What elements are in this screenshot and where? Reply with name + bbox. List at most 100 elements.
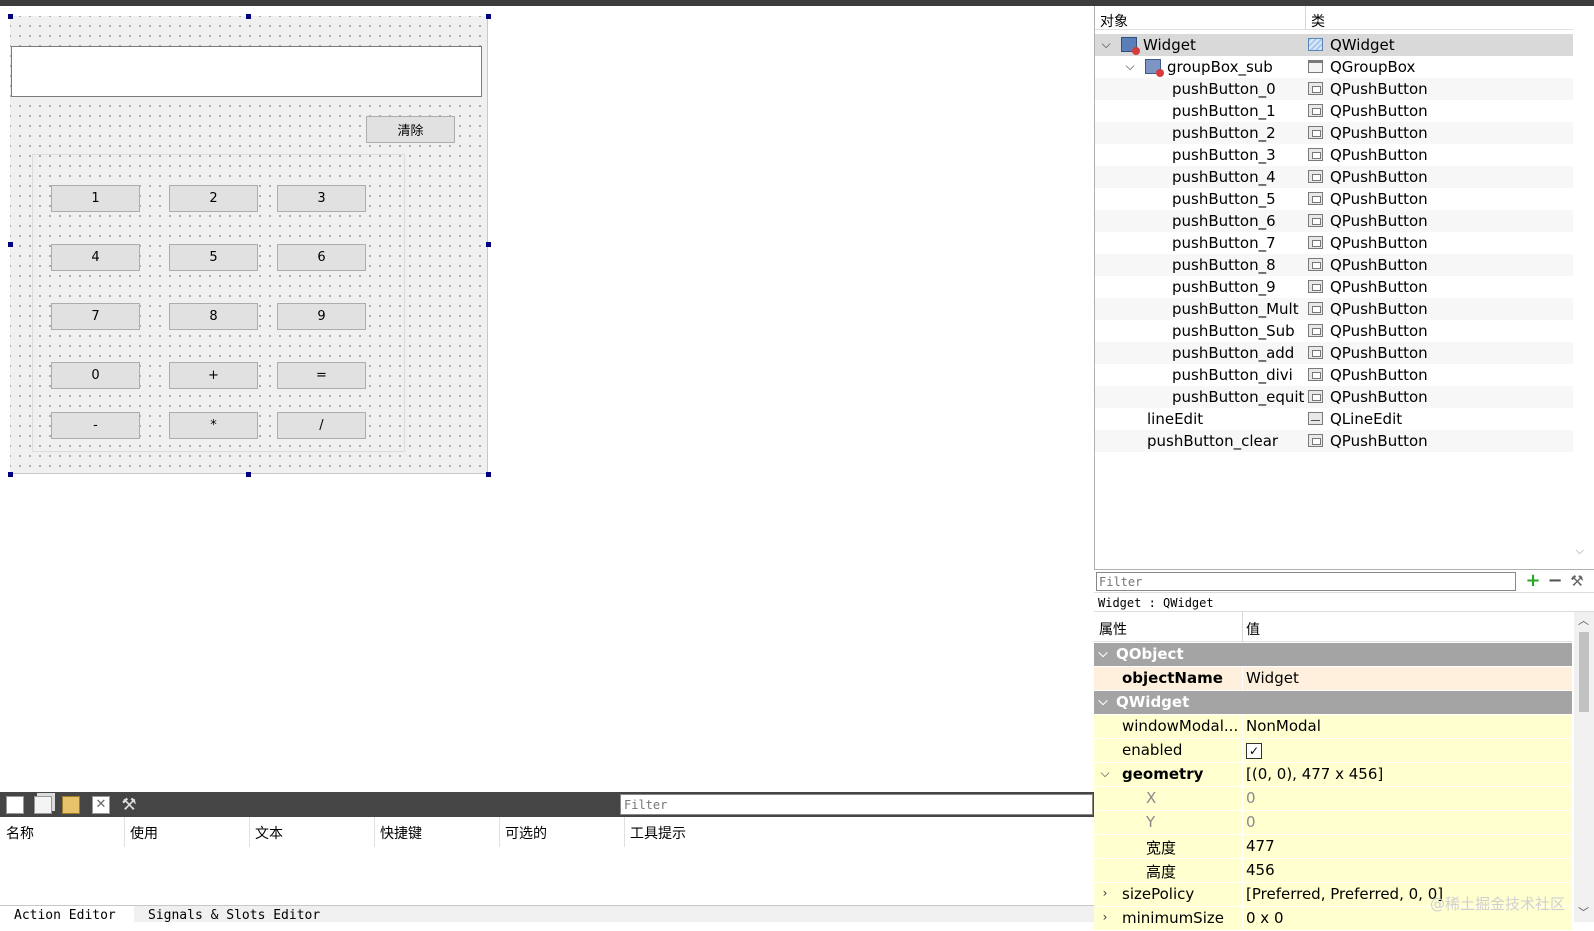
key-2-button[interactable]: 2	[169, 185, 258, 212]
property-key: objectName	[1122, 669, 1223, 687]
scrollbar-thumb[interactable]	[1579, 632, 1589, 712]
key-add-button[interactable]: +	[169, 362, 258, 389]
tree-row-pushbutton-clear[interactable]: pushButton_clear QPushButton	[1095, 430, 1573, 452]
push-button-class-icon	[1308, 302, 1323, 315]
object-filter-bar: + − ⚒	[1094, 569, 1594, 592]
property-group-qwidget[interactable]: ⌵ QWidget	[1094, 691, 1572, 715]
wrench-icon[interactable]: ⚒	[1568, 572, 1586, 590]
key-divide-button[interactable]: /	[277, 412, 366, 439]
tree-row-pushbutton-0[interactable]: pushButton_0 QPushButton	[1095, 78, 1573, 100]
calculator-form[interactable]: 清除 1 2 3 4 5 6 7 8 9 0 + = - * /	[10, 16, 488, 474]
property-row-windowmodality[interactable]: windowModal... NonModal	[1094, 715, 1572, 739]
resize-handle[interactable]	[8, 242, 13, 247]
object-name: pushButton_2	[1172, 124, 1276, 142]
property-value[interactable]: 0 x 0	[1246, 909, 1284, 927]
chevron-down-icon[interactable]: ⌵	[1096, 646, 1110, 660]
object-filter-input[interactable]	[1096, 572, 1516, 591]
tree-row-pushbutton-add[interactable]: pushButton_add QPushButton	[1095, 342, 1573, 364]
configure-icon[interactable]: ⚒	[120, 796, 138, 814]
chevron-down-icon[interactable]: ⌵	[1098, 766, 1112, 780]
object-class: QPushButton	[1330, 388, 1428, 406]
property-value[interactable]: Widget	[1246, 669, 1299, 687]
property-value[interactable]: 477	[1246, 837, 1275, 855]
chevron-down-icon[interactable]: ﹀	[1578, 904, 1589, 920]
remove-icon[interactable]: −	[1546, 572, 1564, 590]
key-5-button[interactable]: 5	[169, 244, 258, 271]
tab-signals-slots-editor[interactable]: Signals & Slots Editor	[140, 906, 340, 923]
key-subtract-button[interactable]: -	[51, 412, 140, 439]
chevron-down-icon[interactable]: ⌵	[1099, 37, 1113, 51]
resize-handle[interactable]	[8, 14, 13, 19]
action-filter-input[interactable]	[620, 794, 1093, 815]
key-1-button[interactable]: 1	[51, 185, 140, 212]
column-header-text: 文本	[255, 826, 283, 842]
add-icon[interactable]: +	[1524, 572, 1542, 590]
column-header-name: 名称	[6, 826, 34, 842]
key-6-button[interactable]: 6	[277, 244, 366, 271]
paste-action-icon[interactable]	[62, 796, 80, 814]
property-row-x[interactable]: X 0	[1094, 787, 1572, 811]
tree-row-pushbutton-9[interactable]: pushButton_9 QPushButton	[1095, 276, 1573, 298]
object-class: QPushButton	[1330, 102, 1428, 120]
chevron-right-icon[interactable]: ›	[1098, 886, 1112, 900]
key-9-button[interactable]: 9	[277, 303, 366, 330]
designer-canvas[interactable]: 清除 1 2 3 4 5 6 7 8 9 0 + = - * /	[0, 6, 1094, 792]
key-0-button[interactable]: 0	[51, 362, 140, 389]
property-value[interactable]: [Preferred, Preferred, 0, 0]	[1246, 885, 1443, 903]
property-value[interactable]: 456	[1246, 861, 1275, 879]
tab-action-editor[interactable]: Action Editor	[0, 906, 134, 923]
property-value[interactable]: 0	[1246, 789, 1256, 807]
tree-row-pushbutton-sub[interactable]: pushButton_Sub QPushButton	[1095, 320, 1573, 342]
tree-row-pushbutton-5[interactable]: pushButton_5 QPushButton	[1095, 188, 1573, 210]
tree-row-pushbutton-3[interactable]: pushButton_3 QPushButton	[1095, 144, 1573, 166]
chevron-down-icon[interactable]: ⌵	[1123, 59, 1137, 73]
property-group-qobject[interactable]: ⌵ QObject	[1094, 643, 1572, 667]
property-value[interactable]: 0	[1246, 813, 1256, 831]
resize-handle[interactable]	[486, 472, 491, 477]
tree-row-pushbutton-mult[interactable]: pushButton_Mult QPushButton	[1095, 298, 1573, 320]
scroll-down-icon[interactable]: ⌵	[1576, 544, 1584, 558]
property-value[interactable]: NonModal	[1246, 717, 1321, 735]
delete-action-icon[interactable]: ✕	[92, 796, 110, 814]
resize-handle[interactable]	[8, 472, 13, 477]
chevron-down-icon[interactable]: ⌵	[1096, 694, 1110, 708]
tree-row-pushbutton-divi[interactable]: pushButton_divi QPushButton	[1095, 364, 1573, 386]
tree-row-pushbutton-8[interactable]: pushButton_8 QPushButton	[1095, 254, 1573, 276]
property-row-height[interactable]: 高度 456	[1094, 859, 1572, 883]
tree-row-pushbutton-equit[interactable]: pushButton_equit QPushButton	[1095, 386, 1573, 408]
enabled-checkbox[interactable]: ✓	[1246, 743, 1262, 759]
property-row-objectname[interactable]: objectName Widget	[1094, 667, 1572, 691]
tree-row-pushbutton-1[interactable]: pushButton_1 QPushButton	[1095, 100, 1573, 122]
property-row-y[interactable]: Y 0	[1094, 811, 1572, 835]
resize-handle[interactable]	[246, 14, 251, 19]
key-7-button[interactable]: 7	[51, 303, 140, 330]
tree-row-pushbutton-7[interactable]: pushButton_7 QPushButton	[1095, 232, 1573, 254]
property-row-geometry[interactable]: ⌵ geometry [(0, 0), 477 x 456]	[1094, 763, 1572, 787]
chevron-up-icon[interactable]: ︿	[1578, 612, 1589, 628]
key-3-button[interactable]: 3	[277, 185, 366, 212]
object-class: QWidget	[1330, 36, 1395, 54]
clear-button[interactable]: 清除	[366, 116, 455, 143]
key-multiply-button[interactable]: *	[169, 412, 258, 439]
action-editor-columns: 名称 使用 文本 快捷键 可选的 工具提示	[0, 817, 1094, 847]
property-row-enabled[interactable]: enabled ✓	[1094, 739, 1572, 763]
resize-handle[interactable]	[486, 14, 491, 19]
property-scrollbar[interactable]: ︿ ﹀	[1574, 612, 1594, 922]
resize-handle[interactable]	[246, 472, 251, 477]
resize-handle[interactable]	[486, 242, 491, 247]
line-edit-display[interactable]	[11, 46, 482, 97]
key-4-button[interactable]: 4	[51, 244, 140, 271]
property-value[interactable]: [(0, 0), 477 x 456]	[1246, 765, 1383, 783]
tree-row-lineedit[interactable]: lineEdit QLineEdit	[1095, 408, 1573, 430]
object-name: pushButton_0	[1172, 80, 1276, 98]
key-8-button[interactable]: 8	[169, 303, 258, 330]
property-row-width[interactable]: 宽度 477	[1094, 835, 1572, 859]
tree-row-widget[interactable]: ⌵ Widget QWidget	[1095, 34, 1573, 56]
tree-row-pushbutton-6[interactable]: pushButton_6 QPushButton	[1095, 210, 1573, 232]
copy-action-icon[interactable]	[34, 796, 52, 814]
new-action-icon[interactable]	[6, 796, 24, 814]
tree-row-groupbox-sub[interactable]: ⌵ groupBox_sub QGroupBox	[1095, 56, 1573, 78]
tree-row-pushbutton-4[interactable]: pushButton_4 QPushButton	[1095, 166, 1573, 188]
tree-row-pushbutton-2[interactable]: pushButton_2 QPushButton	[1095, 122, 1573, 144]
key-equals-button[interactable]: =	[277, 362, 366, 389]
